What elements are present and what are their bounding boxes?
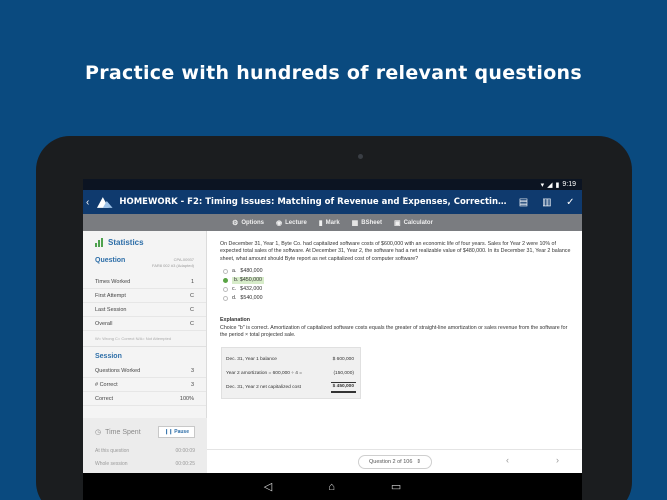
radio-button[interactable] [223, 269, 228, 275]
time-row: At this question 00:00:09 [95, 447, 195, 454]
bsheet-button[interactable]: ▦ BSheet [352, 219, 382, 227]
nav-back-icon[interactable]: ◁ [264, 480, 272, 493]
next-arrow-icon[interactable]: › [556, 455, 559, 465]
stat-row: First Attempt C [83, 289, 206, 303]
android-nav-bar: ◁ ⌂ ▭ [83, 473, 582, 500]
answer-option[interactable]: b. $450,000 [220, 276, 575, 285]
question-text: On December 31, Year 1, Byte Co. had cap… [220, 241, 571, 262]
radio-button[interactable] [223, 296, 228, 302]
status-bar: ▾ ◢ ▮ 9:19 [83, 179, 582, 190]
radio-button[interactable] [223, 278, 228, 284]
options-button[interactable]: ⚙ Options [232, 219, 264, 227]
toolbar: ⚙ Options ◉ Lecture ▮ Mark ▦ BSheet ▣ Calcula… [83, 214, 582, 231]
app-logo-icon [96, 197, 113, 208]
calculator-icon: ▣ [393, 219, 401, 227]
camera-dot [358, 154, 363, 159]
stat-legend: W= Wrong C= Correct N/A= Not Attempted [95, 336, 172, 341]
bsheet-icon: ▦ [351, 219, 359, 227]
statistics-sidebar: Statistics Question CPA-00937 FAR8 002 #… [83, 231, 207, 500]
answer-option[interactable]: d. $540,000 [220, 294, 575, 303]
check-icon[interactable]: ✓ [559, 197, 582, 208]
stat-row: Overall C [83, 317, 206, 331]
footer-nav: Question 2 of 106 ⇕ ‹ › [207, 449, 582, 473]
pause-button[interactable]: ❙❙ Pause [158, 426, 195, 438]
notes-icon[interactable]: ▤ [512, 197, 535, 208]
statistics-header: Statistics [83, 231, 206, 253]
answer-option[interactable]: c. $432,000 [220, 285, 575, 294]
wifi-icon: ▾ [540, 181, 545, 189]
calc-row: Dec. 31, Year 1 balance $ 600,000 [226, 356, 354, 362]
session-row: Correct 100% [83, 392, 206, 406]
app-bar: ‹ HOMEWORK - F2: Timing Issues: Matching… [83, 190, 582, 214]
headline: Practice with hundreds of relevant quest… [84, 62, 582, 84]
nav-recents-icon[interactable]: ▭ [391, 480, 401, 493]
clock-icon: ◷ [95, 429, 102, 436]
app-screen: ▾ ◢ ▮ 9:19 ‹ HOMEWORK - F2: Timing Issue… [83, 179, 582, 500]
back-icon[interactable]: ‹ [86, 197, 94, 208]
calculation-table: Dec. 31, Year 1 balance $ 600,000 Year 2 … [221, 347, 361, 400]
mark-button[interactable]: ▮ Mark [319, 219, 340, 227]
question-content: On December 31, Year 1, Byte Co. had cap… [220, 241, 575, 400]
lecture-icon: ◉ [276, 219, 283, 227]
time-spent-title: Time Spent [105, 428, 141, 436]
explanation-title: Explanation [220, 317, 251, 324]
radio-button[interactable] [223, 287, 228, 293]
calc-row: Year 2 amortization = 600,000 ÷ 4 = (150,… [226, 370, 354, 376]
lecture-button[interactable]: ◉ Lecture [276, 219, 307, 227]
battery-icon: ▮ [555, 181, 560, 189]
session-title: Session [83, 346, 206, 364]
question-code: CPA-00937 FAR8 002 #3 (Adapted) [151, 257, 194, 268]
question-selector[interactable]: Question 2 of 106 ⇕ [358, 455, 432, 469]
chevron-updown-icon: ⇕ [416, 459, 422, 465]
status-time: 9:19 [562, 181, 576, 188]
gear-icon: ⚙ [232, 219, 239, 227]
stat-row: Times Worked 1 [83, 275, 206, 289]
question-label: Question [95, 257, 126, 264]
calculator-button[interactable]: ▣ Calculator [394, 219, 433, 227]
calc-row: Dec. 31, Year 2 net capitalized cost $ 45… [226, 380, 356, 394]
bookmark-icon: ▮ [318, 219, 323, 227]
time-row: Whole session 00:00:25 [95, 460, 195, 467]
answer-option[interactable]: a. $480,000 [220, 267, 575, 276]
explanation-text: Choice "b" is correct. Amortization of c… [220, 324, 568, 339]
answer-options: a. $480,000 b. $450,000 c. $432,000 d. $540… [220, 267, 575, 303]
signal-icon: ◢ [547, 181, 553, 189]
question-header: Question CPA-00937 FAR8 002 #3 (Adapted) [83, 253, 206, 269]
bar-chart-icon [95, 237, 103, 247]
book-icon[interactable]: ▥ [535, 197, 558, 208]
prev-arrow-icon[interactable]: ‹ [506, 455, 509, 465]
page-title: HOMEWORK - F2: Timing Issues: Matching o… [119, 197, 511, 207]
session-row: Questions Worked 3 [83, 364, 206, 378]
statistics-title: Statistics [108, 237, 144, 247]
session-row: # Correct 3 [83, 378, 206, 392]
stat-row: Last Session C [83, 303, 206, 317]
nav-home-icon[interactable]: ⌂ [328, 481, 335, 493]
